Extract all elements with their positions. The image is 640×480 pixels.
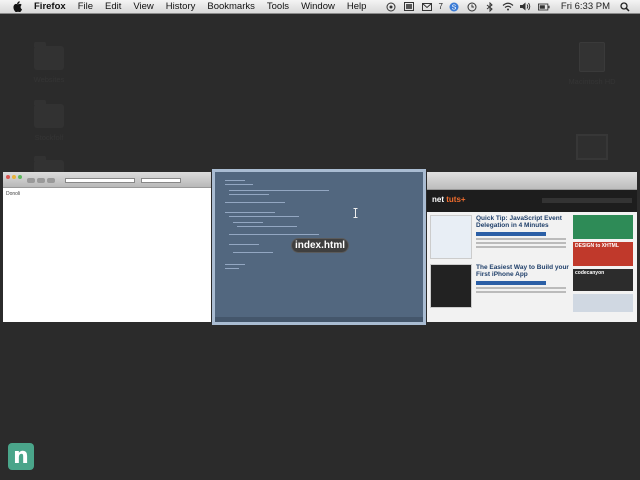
mail-icon[interactable] [421, 1, 433, 12]
code-line [233, 222, 263, 223]
sidebar-ad: DESIGN to XHTML [573, 242, 633, 266]
desktop-icon-label: Stockfolf [34, 133, 64, 142]
menu-bar: Firefox File Edit View History Bookmarks… [0, 0, 640, 14]
minimize-icon [12, 175, 16, 179]
zoom-icon [18, 175, 22, 179]
menu-bookmarks[interactable]: Bookmarks [201, 1, 261, 12]
desktop-icon-label: Websites [33, 75, 65, 84]
editor-status-bar [215, 317, 423, 322]
site-header: net tuts+ [427, 190, 637, 212]
address-bar [65, 178, 135, 183]
battery-icon[interactable] [537, 1, 550, 12]
sidebar-ad [573, 294, 633, 312]
menu-edit[interactable]: Edit [99, 1, 127, 12]
screen-icon[interactable] [403, 1, 415, 12]
site-main: Quick Tip: JavaScript Event Delegation i… [430, 215, 570, 315]
post-title: Quick Tip: JavaScript Event Delegation i… [476, 215, 562, 230]
code-line [237, 226, 297, 227]
post-title: The Easiest Way to Build your First iPho… [476, 264, 569, 279]
browser-content: Donoli [3, 188, 211, 200]
nettuts-badge-logo: n [8, 443, 34, 470]
post-item: Quick Tip: JavaScript Event Delegation i… [430, 215, 570, 259]
display-icon [576, 134, 608, 160]
post-thumbnail [430, 264, 472, 308]
sidebar-ad [573, 215, 633, 239]
desktop-icon-stockfolf[interactable]: Stockfolf [19, 100, 79, 142]
code-line [225, 184, 253, 185]
post-item: The Easiest Way to Build your First iPho… [430, 264, 570, 308]
wifi-icon[interactable] [502, 1, 514, 12]
reload-icon [47, 178, 55, 183]
browser-toolbar [3, 172, 211, 188]
logo-accent: tuts+ [446, 195, 466, 204]
browser-toolbar [427, 172, 637, 190]
site-body: Quick Tip: JavaScript Event Delegation i… [427, 212, 637, 318]
menubar-clock[interactable]: Fri 6:33 PM [561, 1, 610, 12]
code-line [229, 244, 259, 245]
page-text: Donoli [6, 191, 21, 197]
post-excerpt [476, 241, 566, 244]
status-area: 7 S Fri 6:33 PM [382, 0, 640, 14]
code-line [225, 268, 239, 269]
menu-tools[interactable]: Tools [261, 1, 295, 12]
menu-firefox[interactable]: Firefox [34, 1, 72, 12]
menu-view[interactable]: View [127, 1, 159, 12]
text-cursor-icon [353, 208, 358, 218]
post-meta [476, 231, 546, 236]
folder-icon [34, 42, 64, 70]
bluetooth-icon[interactable] [484, 1, 496, 12]
code-line [225, 180, 245, 181]
menu-window[interactable]: Window [295, 1, 341, 12]
window-title-label: index.html [291, 238, 349, 253]
window-controls [6, 175, 22, 179]
time-machine-icon[interactable] [466, 1, 478, 12]
post-thumbnail [430, 215, 472, 259]
skype-icon[interactable]: S [448, 1, 460, 12]
desktop-icon-websites[interactable]: Websites [19, 42, 79, 84]
code-line [225, 264, 245, 265]
volume-icon[interactable] [520, 1, 532, 12]
code-line [229, 190, 329, 191]
code-line [229, 194, 269, 195]
logo-text: net [432, 195, 444, 204]
back-icon [27, 178, 35, 183]
menu-history[interactable]: History [160, 1, 202, 12]
desktop-icon-label: Macintosh HD [568, 77, 616, 86]
site-logo: net tuts+ [432, 195, 466, 204]
folder-icon [34, 100, 64, 128]
menu-file[interactable]: File [72, 1, 99, 12]
code-line [229, 216, 299, 217]
code-line [225, 202, 285, 203]
spotlight-icon[interactable] [619, 1, 631, 12]
code-line [229, 234, 319, 235]
search-field [141, 178, 181, 183]
desktop-icon-display[interactable] [562, 134, 622, 160]
svg-text:S: S [452, 4, 457, 11]
sidebar-ad: codecanyon [573, 269, 633, 291]
post-excerpt [476, 286, 566, 289]
site-sidebar: DESIGN to XHTML codecanyon [573, 215, 633, 315]
window-thumbnail-nettuts[interactable]: net tuts+ Quick Tip: JavaScript Event De… [427, 172, 637, 322]
post-meta [476, 280, 546, 285]
close-icon [6, 175, 10, 179]
forward-icon [37, 178, 45, 183]
post-excerpt [476, 245, 566, 248]
hard-drive-icon [579, 42, 605, 72]
notification-count: 7 [438, 2, 443, 11]
menu-help[interactable]: Help [341, 1, 373, 12]
site-nav [542, 198, 632, 203]
tool-icon[interactable] [385, 1, 397, 12]
code-line [233, 252, 273, 253]
post-excerpt [476, 290, 566, 293]
window-thumbnail-firefox[interactable]: Donoli [3, 172, 211, 322]
post-excerpt [476, 237, 566, 240]
apple-icon[interactable] [12, 1, 22, 12]
desktop-icon-macintosh-hd[interactable]: Macintosh HD [562, 42, 622, 86]
code-line [225, 212, 275, 213]
